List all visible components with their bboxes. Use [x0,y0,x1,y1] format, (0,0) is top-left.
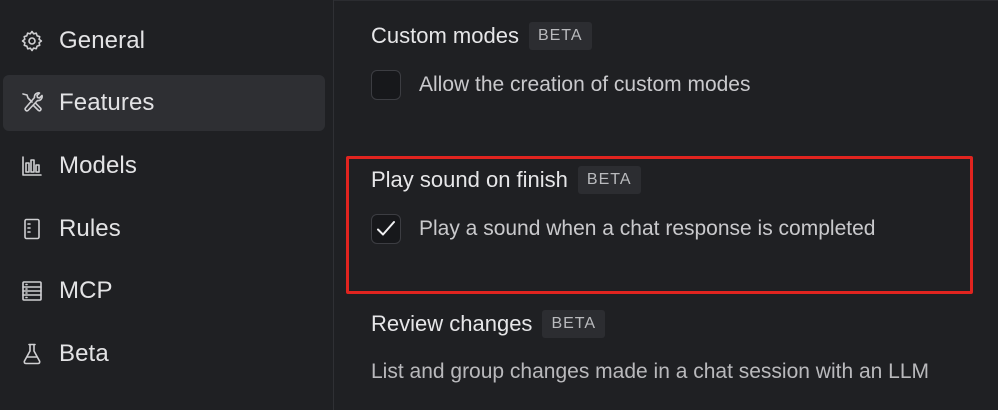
sidebar-item-models[interactable]: Models [3,138,325,194]
section-title: Review changes [371,311,533,336]
sidebar-item-label: Rules [59,215,121,242]
sidebar-item-general[interactable]: General [3,13,325,69]
sidebar-item-label: Features [59,89,155,116]
sidebar-item-label: Beta [59,340,109,367]
sidebar-item-mcp[interactable]: MCP [3,263,325,319]
section-title: Custom modes [371,23,519,48]
sidebar-item-label: MCP [59,277,113,304]
settings-window: General Features Models Rules MCP Beta C… [0,0,998,410]
option-label: Allow the creation of custom modes [419,73,751,96]
sidebar-item-label: Models [59,152,137,179]
review-changes-section: Review changes BETA List and group chang… [371,308,929,384]
flask-icon [19,341,45,367]
sidebar-item-beta[interactable]: Beta [3,326,325,382]
server-icon [19,278,45,304]
custom-modes-section: Custom modes BETA Allow the creation of … [371,20,751,100]
sidebar-item-features[interactable]: Features [3,75,325,131]
bar-chart-icon [19,153,45,179]
sidebar-item-label: General [59,27,146,54]
beta-badge: BETA [542,310,606,338]
section-description: List and group changes made in a chat se… [371,360,930,383]
gear-icon [19,28,45,54]
beta-badge: BETA [528,22,592,50]
document-icon [19,216,45,242]
custom-modes-checkbox[interactable] [371,70,401,100]
settings-sidebar: General Features Models Rules MCP Beta [0,0,334,410]
highlight-annotation-box [346,156,973,294]
sidebar-item-rules[interactable]: Rules [3,201,325,257]
tools-icon [19,90,45,116]
